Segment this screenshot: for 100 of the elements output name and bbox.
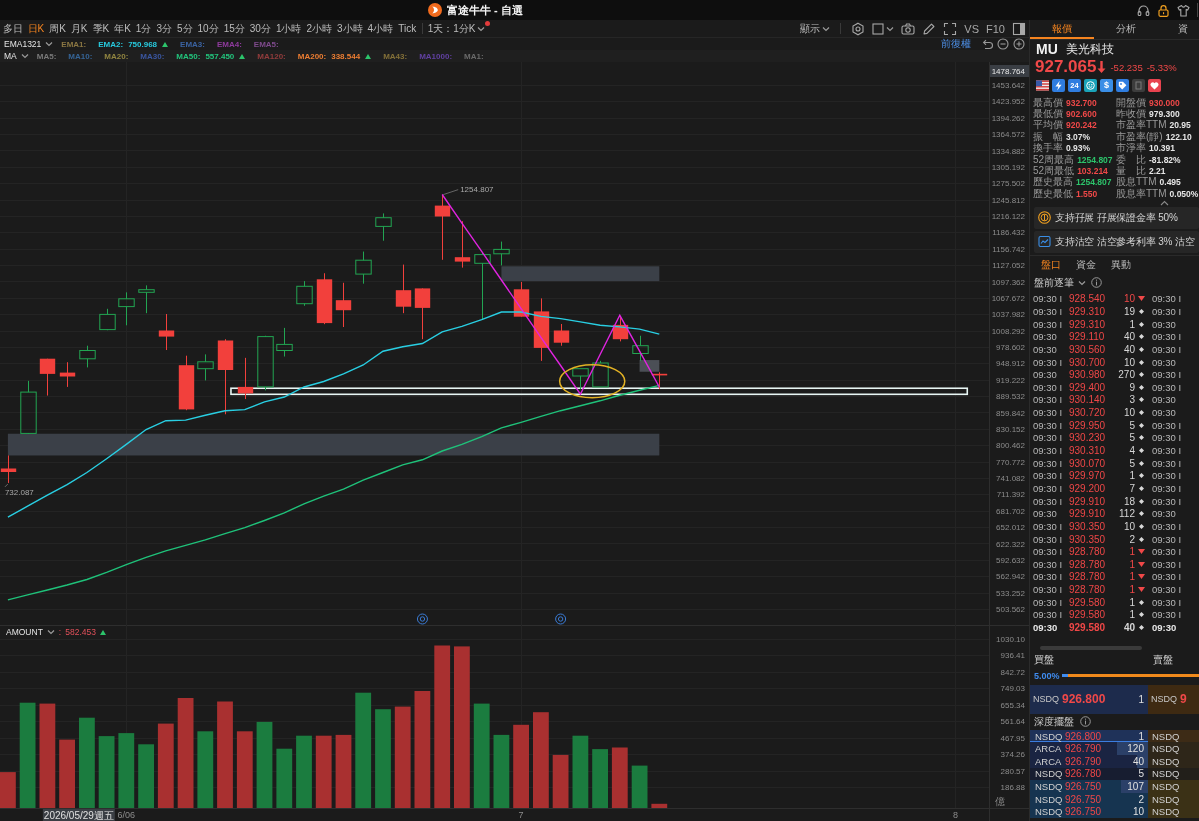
depth-ask-row[interactable]: NSDQ bbox=[1148, 805, 1199, 818]
period-tab[interactable]: 15分 bbox=[221, 20, 248, 37]
info-icon[interactable] bbox=[1080, 716, 1091, 728]
event-marker-icon[interactable] bbox=[416, 613, 428, 625]
app-logo-icon bbox=[428, 3, 442, 17]
indicator-label: MA43: bbox=[383, 51, 408, 61]
trade-price: 928.780 bbox=[1069, 571, 1106, 583]
depth-bid-row[interactable]: ARCA 926.790 40 bbox=[1030, 755, 1148, 768]
trade-time: 09:30 I bbox=[1033, 596, 1063, 608]
toolbar-button[interactable]: F10 bbox=[986, 22, 1005, 35]
axis-label: 1423.952 bbox=[991, 97, 1025, 107]
depth-ask-row[interactable]: NSDQ bbox=[1148, 729, 1199, 743]
trade-filter-dropdown[interactable]: 盤前逐筆 bbox=[1034, 275, 1086, 290]
indicator-value: 338.544 bbox=[331, 51, 361, 61]
axis-label: 919.222 bbox=[996, 375, 1025, 385]
side-panel-icon[interactable] bbox=[1012, 21, 1026, 36]
shirt-icon[interactable] bbox=[1177, 3, 1190, 17]
period-tab[interactable]: 10分 bbox=[195, 20, 222, 37]
period-tab[interactable]: 4小時 bbox=[365, 20, 396, 37]
tab[interactable]: 資 bbox=[1158, 20, 1189, 39]
trade-time: 09:30 bbox=[1033, 369, 1057, 381]
bid-price: 926.800 bbox=[1062, 692, 1106, 707]
camera-icon[interactable] bbox=[901, 21, 916, 36]
depth-ask-row[interactable]: NSDQ bbox=[1148, 755, 1199, 768]
depth-bid-row[interactable]: ARCA 926.790 120 bbox=[1030, 742, 1148, 755]
indicator-dropdown[interactable]: AMOUNT bbox=[6, 627, 55, 637]
trade-size: 10 bbox=[1123, 356, 1135, 368]
info-banner[interactable]: 支持沽空 沽空參考利率 3% 沽空 bbox=[1034, 230, 1199, 253]
depth-bid-row[interactable]: NSDQ 926.750 107 bbox=[1030, 780, 1148, 793]
trade-price: 929.310 bbox=[1069, 318, 1106, 330]
pencil-icon[interactable] bbox=[922, 21, 937, 36]
tab[interactable]: 資金 bbox=[1068, 255, 1103, 275]
depth-bid-row[interactable]: NSDQ 926.750 10 bbox=[1030, 805, 1148, 818]
period-tab[interactable]: 30分 bbox=[247, 20, 274, 37]
tab[interactable]: 分析 bbox=[1094, 20, 1158, 39]
exchange-label: NSDQ bbox=[1152, 806, 1180, 818]
settings-icon[interactable] bbox=[851, 21, 866, 36]
trade-time: 09:30 I bbox=[1033, 571, 1063, 583]
bid-size: 120 bbox=[1127, 743, 1144, 755]
zoom-out-icon[interactable] bbox=[997, 38, 1009, 50]
indicator-dropdown[interactable]: EMA1321 bbox=[4, 39, 54, 49]
period-tab[interactable]: 多日 bbox=[0, 20, 25, 37]
axis-label: 1216.122 bbox=[991, 212, 1025, 221]
period-tab[interactable]: 季K bbox=[90, 20, 112, 37]
price-adjust-link[interactable]: 前復權 bbox=[941, 37, 971, 51]
display-dropdown[interactable]: 顯示 bbox=[800, 21, 831, 36]
event-marker-icon[interactable] bbox=[555, 613, 567, 625]
stat-label: 量 比 bbox=[1116, 165, 1146, 177]
tab[interactable]: 報價 bbox=[1030, 20, 1094, 39]
toolbar-button[interactable]: VS bbox=[964, 22, 980, 35]
expand-icon[interactable] bbox=[943, 21, 958, 36]
stat-value: 103.214 bbox=[1077, 166, 1108, 177]
period-tab[interactable]: 3分 bbox=[153, 20, 175, 37]
depth-ask-row[interactable]: NSDQ bbox=[1148, 780, 1199, 793]
period-tab[interactable]: 月K bbox=[68, 20, 90, 37]
period-tab[interactable]: 年K bbox=[111, 20, 134, 37]
lock-icon[interactable] bbox=[1157, 3, 1170, 17]
smile-icon bbox=[1084, 78, 1097, 92]
trade-time: 09:30 bbox=[1033, 622, 1058, 633]
zoom-in-icon[interactable] bbox=[1013, 38, 1025, 50]
axis-label: 592.632 bbox=[996, 555, 1025, 565]
period-tab[interactable]: 3小時 bbox=[334, 20, 366, 37]
trade-time: 09:30 I bbox=[1152, 596, 1182, 608]
axis-label: 749.03 bbox=[1000, 684, 1025, 694]
trade-time: 09:30 I bbox=[1033, 609, 1063, 621]
period-tab[interactable]: 1小時 bbox=[273, 20, 304, 37]
info-icon[interactable] bbox=[1091, 277, 1102, 288]
depth-ask-row[interactable]: NSDQ bbox=[1148, 742, 1199, 755]
indicator-label: EMA3: bbox=[180, 39, 205, 49]
trade-price: 929.580 bbox=[1069, 622, 1106, 633]
headset-icon[interactable] bbox=[1137, 3, 1150, 17]
tab[interactable]: 盤口 bbox=[1033, 255, 1068, 275]
trade-time: 09:30 bbox=[1152, 394, 1176, 406]
period-tab[interactable]: 2小時 bbox=[304, 20, 335, 37]
shape-tool-dropdown[interactable] bbox=[872, 22, 895, 35]
trade-time: 09:30 I bbox=[1152, 558, 1182, 570]
collapse-icon[interactable] bbox=[1160, 199, 1169, 206]
period-tab[interactable]: Tick bbox=[395, 20, 419, 37]
trade-price: 929.950 bbox=[1069, 419, 1106, 431]
candlestick bbox=[651, 371, 668, 390]
caret-icon bbox=[45, 41, 54, 47]
depth-bid-row[interactable]: NSDQ 926.800 1 bbox=[1030, 729, 1148, 743]
exchange-label: NSDQ bbox=[1035, 806, 1063, 818]
undo-icon[interactable] bbox=[981, 38, 993, 50]
exchange-label: NSDQ bbox=[1152, 768, 1180, 780]
trade-time: 09:30 I bbox=[1152, 495, 1182, 507]
interval-dropdown[interactable]: 1天：1分K bbox=[425, 21, 491, 36]
period-tab[interactable]: 1分 bbox=[133, 20, 154, 37]
period-tab[interactable]: 日K bbox=[25, 20, 47, 37]
candlestick bbox=[138, 284, 155, 314]
info-banner[interactable]: 支持孖展 孖展保證金率 50% bbox=[1034, 206, 1199, 229]
period-tab[interactable]: 周K bbox=[46, 20, 69, 37]
scrollbar-thumb[interactable] bbox=[1040, 645, 1142, 650]
bid-price: 926.800 bbox=[1065, 730, 1102, 742]
period-tab[interactable]: 5分 bbox=[174, 20, 196, 37]
indicator-dropdown[interactable]: MA bbox=[4, 51, 29, 61]
axis-label: 186.88 bbox=[1000, 783, 1025, 792]
stat-label: 平均價 bbox=[1033, 119, 1063, 132]
axis-label: 1030.10 bbox=[996, 635, 1025, 644]
tab[interactable]: 異動 bbox=[1103, 255, 1138, 275]
